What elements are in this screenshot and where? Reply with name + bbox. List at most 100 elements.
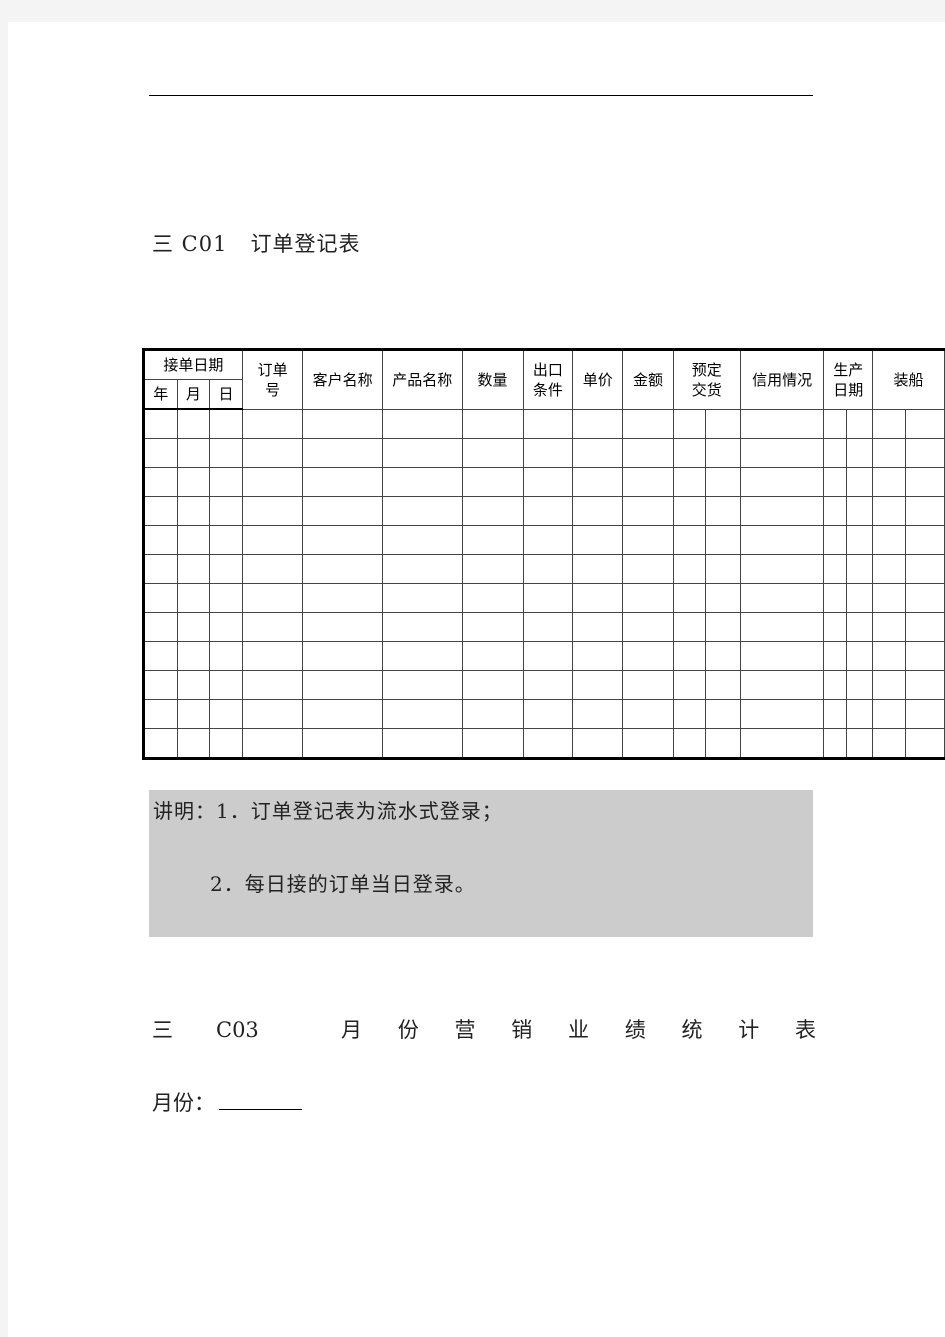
table-cell[interactable] <box>622 641 674 671</box>
table-cell[interactable] <box>739 496 825 526</box>
table-cell[interactable] <box>572 438 624 468</box>
table-cell[interactable] <box>705 641 741 671</box>
table-cell[interactable] <box>176 728 211 759</box>
table-cell[interactable] <box>823 496 848 526</box>
table-cell[interactable] <box>872 496 906 526</box>
table-cell[interactable] <box>522 670 574 700</box>
table-cell[interactable] <box>461 467 524 497</box>
table-cell[interactable] <box>872 728 906 759</box>
table-cell[interactable] <box>572 583 624 613</box>
table-cell[interactable] <box>739 408 825 439</box>
table-cell[interactable] <box>176 525 211 555</box>
table-cell[interactable] <box>209 438 243 468</box>
table-cell[interactable] <box>739 583 825 613</box>
table-cell[interactable] <box>461 583 524 613</box>
table-cell[interactable] <box>904 699 945 729</box>
table-cell[interactable] <box>143 699 178 729</box>
table-cell[interactable] <box>872 699 906 729</box>
table-cell[interactable] <box>381 641 463 671</box>
table-cell[interactable] <box>672 467 707 497</box>
table-cell[interactable] <box>241 670 304 700</box>
table-cell[interactable] <box>823 641 848 671</box>
table-cell[interactable] <box>143 583 178 613</box>
table-cell[interactable] <box>176 641 211 671</box>
table-cell[interactable] <box>872 438 906 468</box>
table-cell[interactable] <box>904 554 945 584</box>
table-cell[interactable] <box>381 438 463 468</box>
table-cell[interactable] <box>522 496 574 526</box>
table-cell[interactable] <box>672 438 707 468</box>
table-cell[interactable] <box>705 554 741 584</box>
table-cell[interactable] <box>739 554 825 584</box>
table-cell[interactable] <box>705 612 741 642</box>
table-cell[interactable] <box>302 641 383 671</box>
table-cell[interactable] <box>846 438 874 468</box>
table-cell[interactable] <box>302 728 383 759</box>
table-cell[interactable] <box>381 496 463 526</box>
table-cell[interactable] <box>176 467 211 497</box>
table-cell[interactable] <box>522 554 574 584</box>
table-cell[interactable] <box>622 728 674 759</box>
table-cell[interactable] <box>672 670 707 700</box>
table-cell[interactable] <box>176 496 211 526</box>
table-cell[interactable] <box>872 525 906 555</box>
table-cell[interactable] <box>461 641 524 671</box>
table-cell[interactable] <box>522 612 574 642</box>
table-cell[interactable] <box>904 612 945 642</box>
table-cell[interactable] <box>302 612 383 642</box>
table-cell[interactable] <box>872 467 906 497</box>
table-cell[interactable] <box>143 525 178 555</box>
table-cell[interactable] <box>672 641 707 671</box>
table-cell[interactable] <box>461 612 524 642</box>
table-cell[interactable] <box>209 670 243 700</box>
table-cell[interactable] <box>846 496 874 526</box>
table-cell[interactable] <box>209 728 243 759</box>
table-cell[interactable] <box>823 554 848 584</box>
table-cell[interactable] <box>572 467 624 497</box>
table-cell[interactable] <box>461 699 524 729</box>
table-cell[interactable] <box>143 728 178 759</box>
table-cell[interactable] <box>176 438 211 468</box>
table-cell[interactable] <box>572 699 624 729</box>
table-cell[interactable] <box>672 612 707 642</box>
table-cell[interactable] <box>241 728 304 759</box>
table-cell[interactable] <box>823 583 848 613</box>
table-cell[interactable] <box>904 670 945 700</box>
table-cell[interactable] <box>209 699 243 729</box>
table-cell[interactable] <box>522 438 574 468</box>
table-cell[interactable] <box>904 525 945 555</box>
table-cell[interactable] <box>672 554 707 584</box>
table-cell[interactable] <box>739 467 825 497</box>
table-cell[interactable] <box>622 699 674 729</box>
table-cell[interactable] <box>302 699 383 729</box>
table-cell[interactable] <box>302 438 383 468</box>
table-cell[interactable] <box>209 612 243 642</box>
table-cell[interactable] <box>176 612 211 642</box>
table-cell[interactable] <box>209 641 243 671</box>
table-cell[interactable] <box>846 525 874 555</box>
table-cell[interactable] <box>846 467 874 497</box>
table-cell[interactable] <box>302 670 383 700</box>
table-cell[interactable] <box>381 583 463 613</box>
table-cell[interactable] <box>622 438 674 468</box>
table-cell[interactable] <box>739 525 825 555</box>
table-cell[interactable] <box>846 728 874 759</box>
table-cell[interactable] <box>461 554 524 584</box>
table-cell[interactable] <box>143 438 178 468</box>
table-cell[interactable] <box>823 728 848 759</box>
table-cell[interactable] <box>622 467 674 497</box>
table-cell[interactable] <box>381 554 463 584</box>
table-cell[interactable] <box>872 612 906 642</box>
table-cell[interactable] <box>241 554 304 584</box>
table-cell[interactable] <box>461 438 524 468</box>
table-cell[interactable] <box>176 554 211 584</box>
table-cell[interactable] <box>572 525 624 555</box>
table-cell[interactable] <box>872 670 906 700</box>
table-cell[interactable] <box>381 699 463 729</box>
table-cell[interactable] <box>302 408 383 439</box>
table-cell[interactable] <box>705 728 741 759</box>
table-cell[interactable] <box>872 408 906 439</box>
table-cell[interactable] <box>672 699 707 729</box>
table-cell[interactable] <box>739 670 825 700</box>
table-cell[interactable] <box>522 525 574 555</box>
